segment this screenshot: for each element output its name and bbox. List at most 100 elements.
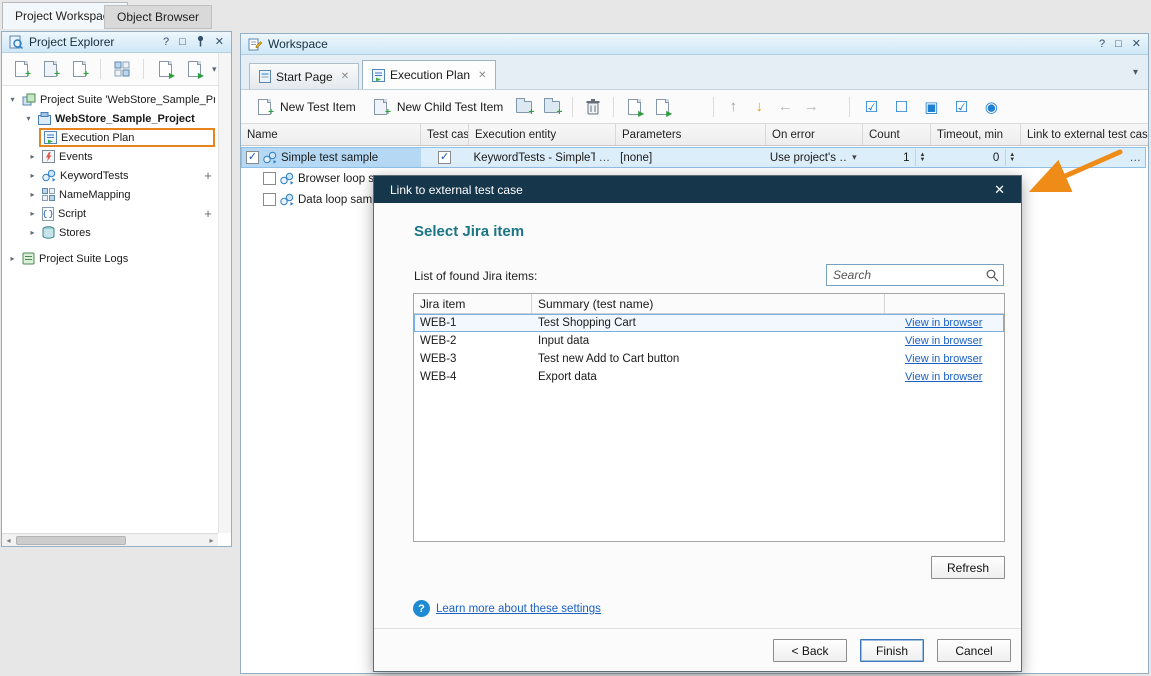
expander-icon[interactable]: ▾: [7, 95, 18, 104]
column-header-name[interactable]: Name: [241, 124, 421, 145]
close-icon[interactable]: ✕: [215, 37, 224, 48]
on-error-dropdown-icon[interactable]: ▾: [852, 152, 857, 163]
uncheck-all-icon[interactable]: ☐: [889, 98, 913, 116]
run-selected-icon[interactable]: ▶: [651, 96, 673, 118]
new-child-group-icon[interactable]: +: [541, 96, 563, 118]
jira-row[interactable]: WEB-2 Input data View in browser: [414, 332, 1004, 350]
radio-mode-icon[interactable]: ◉: [979, 98, 1003, 116]
expander-icon[interactable]: ▸: [27, 190, 38, 199]
tree-item-script[interactable]: ▸ Script +: [3, 204, 217, 223]
tab-object-browser[interactable]: Object Browser: [104, 5, 212, 29]
column-header-parameters[interactable]: Parameters: [616, 124, 766, 145]
finish-button[interactable]: Finish: [860, 639, 924, 662]
check-selected-icon[interactable]: ☑: [949, 98, 973, 116]
tab-execution-plan[interactable]: Execution Plan ✕: [362, 60, 496, 89]
dialog-close-icon[interactable]: ✕: [994, 182, 1005, 198]
column-header-summary[interactable]: Summary (test name): [532, 294, 885, 313]
help-icon[interactable]: ?: [1099, 39, 1105, 50]
add-item-icon[interactable]: +: [68, 58, 90, 80]
toolbar-dropdown-icon[interactable]: ▾: [212, 64, 217, 75]
cancel-button[interactable]: Cancel: [937, 639, 1011, 662]
tab-start-page[interactable]: Start Page ✕: [249, 63, 359, 89]
view-in-browser-link[interactable]: View in browser: [905, 371, 982, 383]
scroll-left-icon[interactable]: ◂: [2, 534, 15, 547]
column-header-jira-item[interactable]: Jira item: [414, 294, 532, 313]
column-header-timeout[interactable]: Timeout, min: [931, 124, 1021, 145]
add-keyword-test-button[interactable]: +: [201, 168, 215, 183]
tree-item-project-suite[interactable]: ▾ Project Suite 'WebStore_Sample_Project…: [3, 90, 217, 109]
tree-item-project-suite-logs[interactable]: ▸ Project Suite Logs: [3, 249, 217, 268]
maximize-icon[interactable]: □: [1115, 39, 1122, 50]
search-icon[interactable]: [986, 269, 999, 282]
row-checkbox[interactable]: ✓: [246, 151, 259, 164]
view-in-browser-link[interactable]: View in browser: [905, 335, 982, 347]
expander-icon[interactable]: ▸: [27, 171, 38, 180]
column-header-execution-entity[interactable]: Execution entity: [469, 124, 616, 145]
column-header-on-error[interactable]: On error: [766, 124, 863, 145]
count-spinner[interactable]: ▲▼: [915, 149, 928, 166]
run-project-icon[interactable]: ▶: [154, 58, 176, 80]
view-in-browser-link[interactable]: View in browser: [905, 353, 982, 365]
scrollbar-thumb[interactable]: [16, 536, 126, 545]
maximize-icon[interactable]: □: [179, 37, 186, 48]
pin-icon[interactable]: [196, 35, 205, 50]
learn-more-link[interactable]: Learn more about these settings: [436, 603, 601, 615]
expander-icon[interactable]: ▾: [23, 114, 34, 123]
jira-row[interactable]: WEB-1 Test Shopping Cart View in browser: [414, 314, 1004, 332]
help-icon[interactable]: ?: [163, 37, 169, 48]
expander-icon[interactable]: ▸: [7, 254, 18, 263]
run-test-icon[interactable]: ▶: [623, 96, 645, 118]
close-tab-icon[interactable]: ✕: [478, 70, 486, 81]
column-header-blank[interactable]: [885, 294, 1004, 313]
move-down-icon[interactable]: ↓: [749, 98, 769, 115]
move-left-icon[interactable]: ←: [775, 98, 795, 115]
timeout-value[interactable]: 0: [993, 152, 999, 164]
tab-list-dropdown-icon[interactable]: ▾: [1133, 67, 1138, 78]
new-group-icon[interactable]: +: [513, 96, 535, 118]
vertical-scrollbar[interactable]: [218, 53, 231, 533]
execution-entity-browse-button[interactable]: …: [599, 152, 611, 164]
tree-item-keywordtests[interactable]: ▸ KeywordTests +: [3, 166, 217, 185]
expander-icon[interactable]: ▸: [27, 152, 38, 161]
close-icon[interactable]: ✕: [1132, 39, 1141, 50]
tree-item-project[interactable]: ▾ WebStore_Sample_Project: [3, 109, 217, 128]
new-child-test-item-button[interactable]: + New Child Test Item: [366, 94, 507, 120]
run-project-suite-icon[interactable]: ▶: [183, 58, 205, 80]
expander-icon[interactable]: ▸: [27, 228, 38, 237]
link-external-browse-button[interactable]: …: [1130, 152, 1142, 164]
add-project-icon[interactable]: +: [39, 58, 61, 80]
jira-row[interactable]: WEB-3 Test new Add to Cart button View i…: [414, 350, 1004, 368]
check-all-icon[interactable]: ☑: [859, 98, 883, 116]
toggle-checks-icon[interactable]: ▣: [919, 98, 943, 116]
expander-icon[interactable]: ▸: [27, 209, 38, 218]
horizontal-scrollbar[interactable]: ◂ ▸: [2, 533, 218, 546]
jira-row[interactable]: WEB-4 Export data View in browser: [414, 368, 1004, 386]
move-right-icon[interactable]: →: [801, 98, 821, 115]
search-input[interactable]: [827, 265, 1003, 285]
add-script-button[interactable]: +: [201, 206, 215, 221]
name-mapping-icon[interactable]: [111, 58, 133, 80]
dialog-header[interactable]: Link to external test case ✕: [374, 176, 1021, 203]
back-button[interactable]: < Back: [773, 639, 847, 662]
row-checkbox[interactable]: [263, 172, 276, 185]
column-header-test-case[interactable]: Test case: [421, 124, 469, 145]
timeout-spinner[interactable]: ▲▼: [1005, 149, 1018, 166]
test-case-checkbox[interactable]: ✓: [438, 151, 451, 164]
tree-item-events[interactable]: ▸ Events: [3, 147, 217, 166]
table-row[interactable]: ✓ Simple test sample ✓ KeywordTests - Si…: [241, 147, 1146, 168]
refresh-button[interactable]: Refresh: [931, 556, 1005, 579]
row-checkbox[interactable]: [263, 193, 276, 206]
tree-item-stores[interactable]: ▸ Stores: [3, 223, 217, 242]
count-value[interactable]: 1: [903, 152, 909, 164]
tree-item-namemapping[interactable]: ▸ NameMapping: [3, 185, 217, 204]
scroll-right-icon[interactable]: ▸: [205, 534, 218, 547]
column-header-count[interactable]: Count: [863, 124, 931, 145]
close-tab-icon[interactable]: ✕: [341, 71, 349, 82]
tree-item-execution-plan[interactable]: Execution Plan: [3, 128, 217, 147]
delete-icon[interactable]: [582, 96, 604, 118]
move-up-icon[interactable]: ↑: [723, 98, 743, 115]
new-test-item-button[interactable]: + New Test Item: [249, 94, 360, 120]
view-in-browser-link[interactable]: View in browser: [905, 317, 982, 329]
column-header-link-external[interactable]: Link to external test case: [1021, 124, 1148, 145]
add-project-suite-icon[interactable]: +: [10, 58, 32, 80]
